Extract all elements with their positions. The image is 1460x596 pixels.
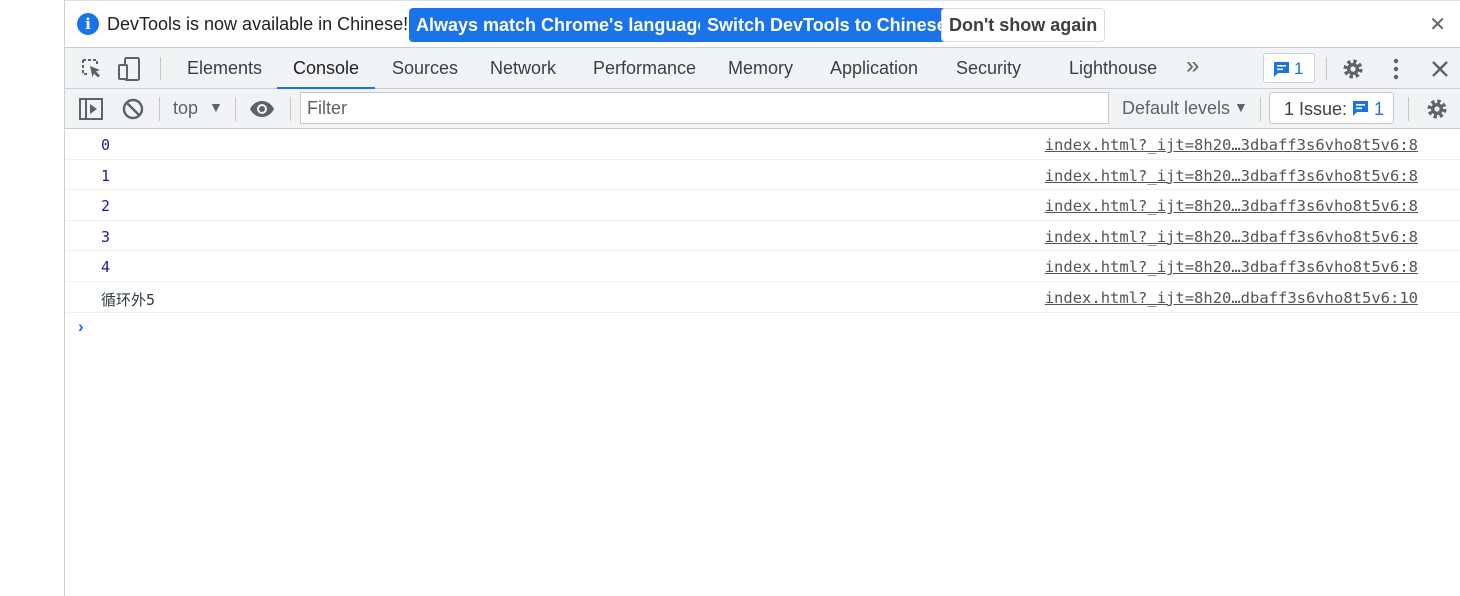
main-tabbar: Elements Console Sources Network Perform… xyxy=(65,48,1460,89)
tab-sources[interactable]: Sources xyxy=(392,48,458,89)
always-match-language-button[interactable]: Always match Chrome's language xyxy=(409,8,715,42)
more-tabs-chevron-icon[interactable]: » xyxy=(1186,52,1199,80)
log-value: 0 xyxy=(101,136,111,154)
filter-input[interactable] xyxy=(300,92,1109,124)
tab-console[interactable]: Console xyxy=(277,48,376,89)
settings-gear-icon[interactable] xyxy=(1340,56,1366,82)
source-link[interactable]: index.html?_ijt=8h20…3dbaff3s6vho8t5v6:8 xyxy=(1045,258,1418,276)
message-icon xyxy=(1353,101,1368,116)
dropdown-arrow-icon[interactable]: ▼ xyxy=(209,99,223,115)
tab-elements[interactable]: Elements xyxy=(187,48,262,89)
inspected-page-area xyxy=(0,0,65,596)
toolbar-divider xyxy=(1408,97,1409,121)
message-icon xyxy=(1274,62,1289,77)
console-message-row: 2 index.html?_ijt=8h20…3dbaff3s6vho8t5v6… xyxy=(65,190,1460,221)
tab-security[interactable]: Security xyxy=(956,48,1021,89)
toolbar-divider xyxy=(159,97,160,121)
console-message-row: 0 index.html?_ijt=8h20…3dbaff3s6vho8t5v6… xyxy=(65,129,1460,160)
dropdown-arrow-icon[interactable]: ▼ xyxy=(1234,99,1248,115)
source-link[interactable]: index.html?_ijt=8h20…3dbaff3s6vho8t5v6:8 xyxy=(1045,136,1418,154)
context-selector[interactable]: top xyxy=(173,98,198,119)
toolbar-divider xyxy=(1260,97,1261,121)
inspect-element-icon[interactable] xyxy=(79,56,105,82)
issues-label: 1 Issue: xyxy=(1284,99,1348,119)
close-icon[interactable]: ✕ xyxy=(1429,12,1446,37)
console-prompt-icon[interactable]: › xyxy=(78,317,84,337)
console-settings-gear-icon[interactable] xyxy=(1424,96,1450,122)
source-link[interactable]: index.html?_ijt=8h20…3dbaff3s6vho8t5v6:8 xyxy=(1045,167,1418,185)
language-infobar: i DevTools is now available in Chinese! … xyxy=(65,0,1460,48)
log-value: 2 xyxy=(101,197,111,216)
console-toolbar: top ▼ Default levels ▼ 1 Issue: 1 xyxy=(65,89,1460,129)
toolbar-divider xyxy=(160,57,161,80)
toolbar-divider xyxy=(1326,57,1327,80)
infobar-message: DevTools is now available in Chinese! xyxy=(107,14,409,34)
console-messages: 0 index.html?_ijt=8h20…3dbaff3s6vho8t5v6… xyxy=(65,129,1460,313)
toolbar-divider xyxy=(290,97,291,121)
switch-to-chinese-button[interactable]: Switch DevTools to Chinese xyxy=(700,8,954,42)
more-options-kebab-icon[interactable] xyxy=(1383,56,1409,82)
log-value: 循环外5 xyxy=(101,290,156,309)
message-count: 1 xyxy=(1294,59,1304,78)
tab-memory[interactable]: Memory xyxy=(728,48,793,89)
clear-console-icon[interactable] xyxy=(120,96,146,122)
tab-network[interactable]: Network xyxy=(490,48,556,89)
log-value: 3 xyxy=(101,227,111,246)
tab-application[interactable]: Application xyxy=(830,48,918,89)
issues-button[interactable]: 1 Issue: 1 xyxy=(1269,92,1394,124)
info-icon: i xyxy=(77,13,99,35)
log-levels-dropdown[interactable]: Default levels xyxy=(1122,98,1230,119)
console-message-row: 3 index.html?_ijt=8h20…3dbaff3s6vho8t5v6… xyxy=(65,221,1460,252)
close-devtools-icon[interactable] xyxy=(1427,56,1453,82)
toolbar-divider xyxy=(235,97,236,121)
devtools-panel: i DevTools is now available in Chinese! … xyxy=(65,0,1460,596)
live-expression-eye-icon[interactable] xyxy=(249,96,275,122)
source-link[interactable]: index.html?_ijt=8h20…3dbaff3s6vho8t5v6:8 xyxy=(1045,197,1418,215)
device-toolbar-icon[interactable] xyxy=(117,56,143,82)
sidebar-toggle-icon[interactable] xyxy=(78,96,104,122)
issues-count: 1 xyxy=(1374,99,1385,119)
dont-show-again-button[interactable]: Don't show again xyxy=(941,8,1106,42)
tab-lighthouse[interactable]: Lighthouse xyxy=(1069,48,1157,89)
source-link[interactable]: index.html?_ijt=8h20…dbaff3s6vho8t5v6:10 xyxy=(1045,289,1418,307)
console-message-row: 循环外5 index.html?_ijt=8h20…dbaff3s6vho8t5… xyxy=(65,282,1460,313)
log-value: 4 xyxy=(101,258,111,277)
tab-performance[interactable]: Performance xyxy=(593,48,696,89)
messages-counter-button[interactable]: 1 xyxy=(1263,53,1315,83)
console-message-row: 4 index.html?_ijt=8h20…3dbaff3s6vho8t5v6… xyxy=(65,251,1460,282)
log-value: 1 xyxy=(101,166,111,185)
source-link[interactable]: index.html?_ijt=8h20…3dbaff3s6vho8t5v6:8 xyxy=(1045,228,1418,246)
console-message-row: 1 index.html?_ijt=8h20…3dbaff3s6vho8t5v6… xyxy=(65,160,1460,191)
